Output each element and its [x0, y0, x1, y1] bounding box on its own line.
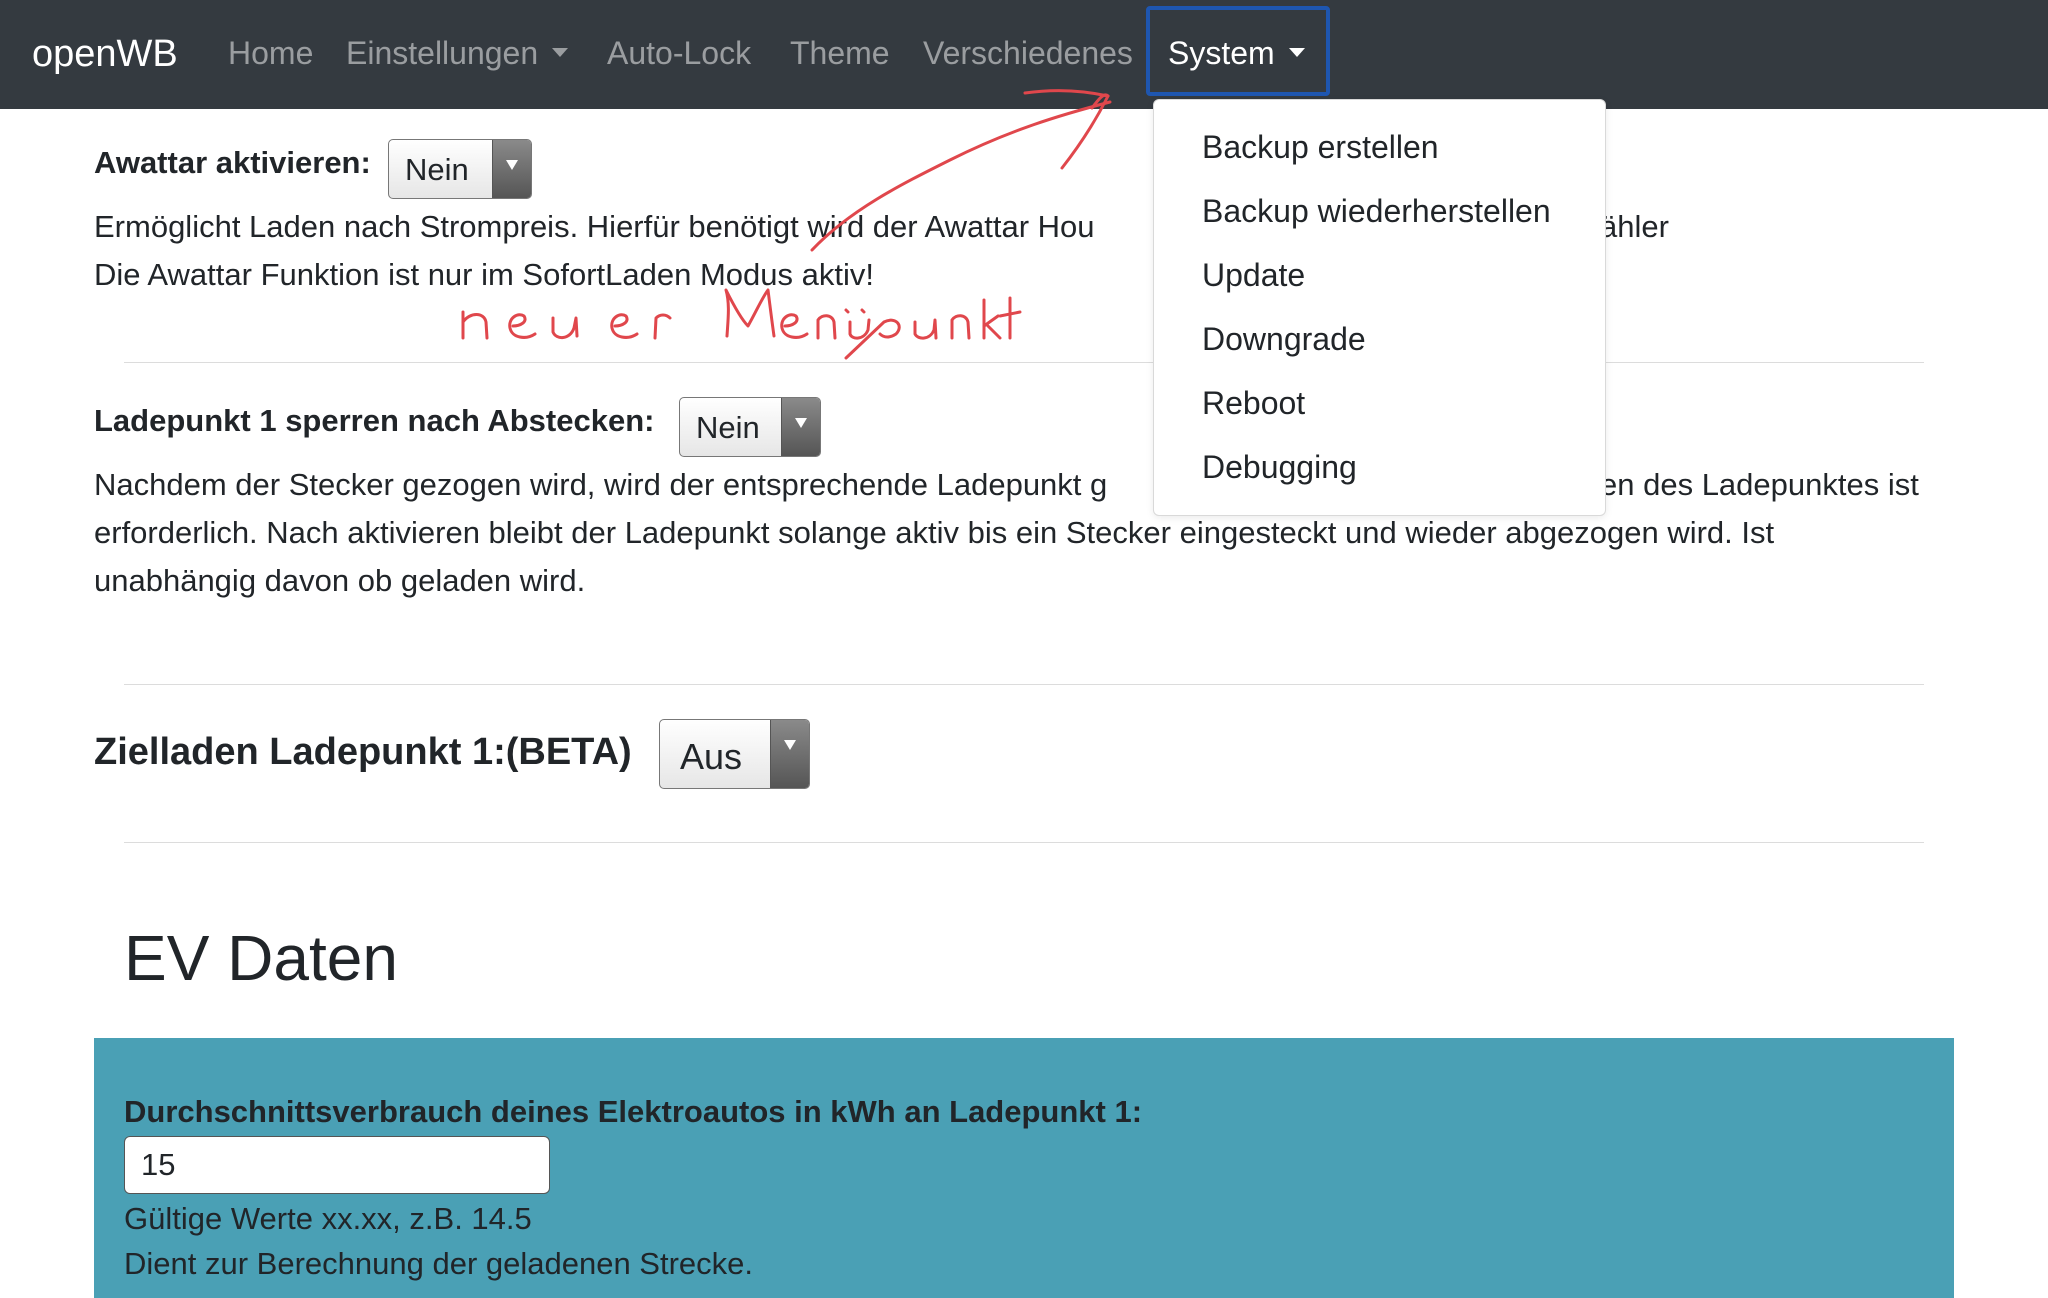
ev-daten-card: Durchschnittsverbrauch deines Elektroaut…: [94, 1038, 1954, 1298]
divider: [124, 362, 1924, 363]
menu-item-backup-wiederherstellen[interactable]: Backup wiederherstellen: [1202, 193, 1551, 230]
select-arrow-icon: [770, 720, 809, 788]
awattar-select-value: Nein: [405, 152, 469, 187]
brand-logo[interactable]: openWB: [32, 33, 178, 76]
consumption-hint-1: Gültige Werte xx.xx, z.B. 14.5: [124, 1201, 532, 1236]
menu-item-debugging[interactable]: Debugging: [1202, 449, 1357, 486]
navbar: openWB Home Einstellungen Auto-Lock Them…: [0, 0, 2048, 109]
lock-label: Ladepunkt 1 sperren nach Abstecken:: [94, 403, 655, 438]
zielladen-label: Zielladen Ladepunkt 1:(BETA): [94, 731, 632, 773]
nav-verschiedenes[interactable]: Verschiedenes: [923, 35, 1133, 72]
system-highlight-box: [1146, 6, 1330, 96]
chevron-down-icon: [552, 48, 569, 58]
zielladen-select[interactable]: Aus: [659, 719, 810, 789]
lock-select-value: Nein: [696, 410, 760, 445]
select-arrow-icon: [492, 140, 531, 198]
zielladen-select-value: Aus: [680, 736, 743, 777]
annotation-handwriting-icon: [461, 288, 1022, 360]
nav-auto-lock[interactable]: Auto-Lock: [607, 35, 751, 72]
nav-einstellungen[interactable]: Einstellungen: [346, 35, 569, 72]
menu-item-update[interactable]: Update: [1202, 257, 1305, 294]
nav-einstellungen-label: Einstellungen: [346, 35, 539, 71]
menu-item-backup-erstellen[interactable]: Backup erstellen: [1202, 129, 1439, 166]
nav-home[interactable]: Home: [228, 35, 313, 72]
menu-item-downgrade[interactable]: Downgrade: [1202, 321, 1366, 358]
divider: [124, 842, 1924, 843]
consumption-label: Durchschnittsverbrauch deines Elektroaut…: [124, 1094, 1143, 1129]
lock-desc-line1a: Nachdem der Stecker gezogen wird, wird d…: [94, 467, 1108, 502]
section-heading-ev-daten: EV Daten: [124, 922, 398, 994]
system-dropdown-menu: Backup erstellen Backup wiederherstellen…: [1153, 99, 1606, 516]
lock-desc-line3: unabhängig davon ob geladen wird.: [94, 563, 586, 598]
nav-theme[interactable]: Theme: [790, 35, 890, 72]
consumption-input[interactable]: [124, 1136, 550, 1194]
awattar-select[interactable]: Nein: [388, 139, 532, 199]
lock-select[interactable]: Nein: [679, 397, 821, 457]
lock-desc-line1b: en des Ladepunktes ist: [1600, 467, 1919, 502]
select-arrow-icon: [781, 398, 820, 456]
awattar-desc-line1a: Ermöglicht Laden nach Strompreis. Hierfü…: [94, 209, 1095, 244]
awattar-label: Awattar aktivieren:: [94, 145, 371, 180]
awattar-desc-line2: Die Awattar Funktion ist nur im SofortLa…: [94, 257, 874, 292]
divider: [124, 684, 1924, 685]
menu-item-reboot[interactable]: Reboot: [1202, 385, 1305, 422]
lock-desc-line2: erforderlich. Nach aktivieren bleibt der…: [94, 515, 1775, 550]
consumption-hint-2: Dient zur Berechnung der geladenen Strec…: [124, 1246, 754, 1281]
awattar-desc-line1b: ähler: [1600, 209, 1669, 244]
